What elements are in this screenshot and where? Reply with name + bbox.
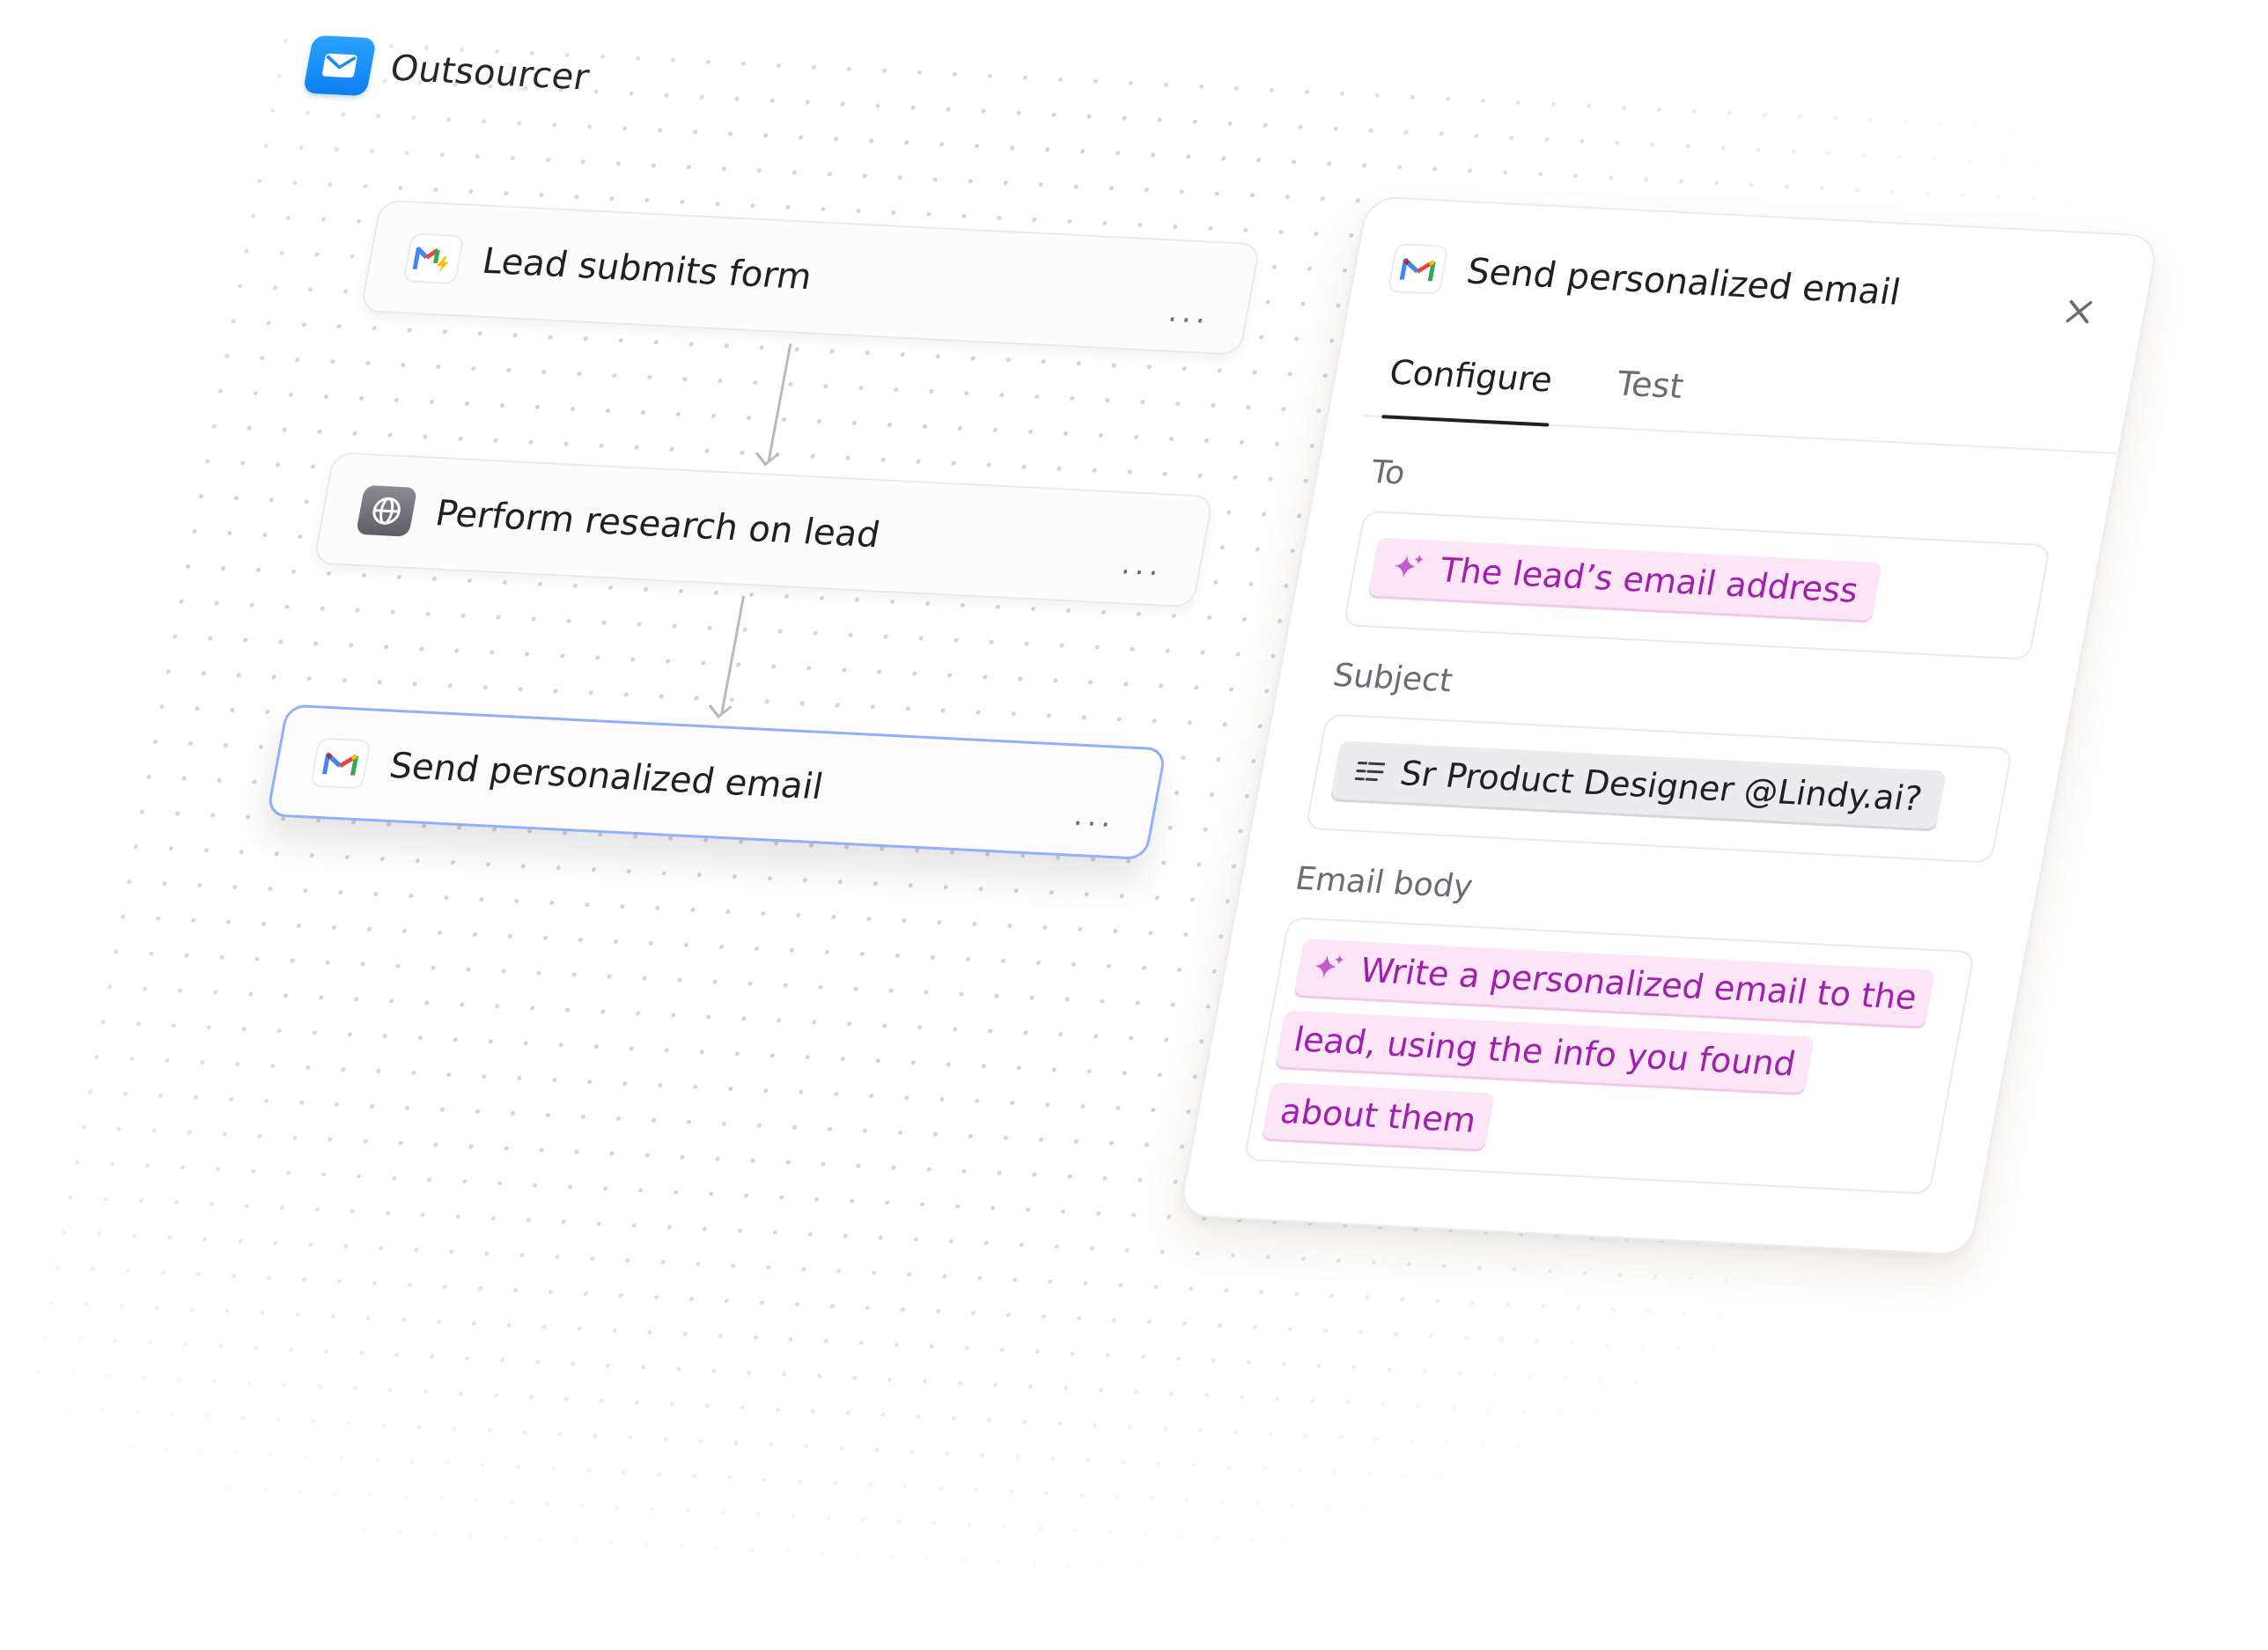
panel-header: Send personalized email xyxy=(1387,243,1904,318)
globe-icon xyxy=(355,484,418,537)
close-icon[interactable] xyxy=(2061,296,2096,328)
node-label: Send personalized email xyxy=(386,745,827,808)
tab-test[interactable]: Test xyxy=(1614,364,1687,406)
subject-label: Subject xyxy=(1329,657,1455,700)
workflow-editor: Outsourcer Lead submits form ... Perform… xyxy=(0,0,2268,1650)
email-body-text: Write a personalized email to the xyxy=(1357,950,1920,1018)
sparkle-icon xyxy=(1310,952,1348,985)
node-label: Lead submits form xyxy=(479,240,815,298)
more-options-icon[interactable]: ... xyxy=(1166,294,1214,331)
email-body-text: about them xyxy=(1277,1091,1480,1140)
email-body-line: about them xyxy=(1262,1082,1495,1150)
node-label: Perform research on lead xyxy=(431,493,884,556)
email-body-text: lead, using the info you found xyxy=(1291,1020,1800,1084)
mail-icon xyxy=(302,34,377,97)
gmail-icon xyxy=(309,737,372,790)
email-body-line: Write a personalized email to the xyxy=(1293,939,1936,1027)
active-tab-indicator xyxy=(1381,415,1550,427)
variable-lines-icon xyxy=(1352,757,1388,785)
email-body-field[interactable]: Write a personalized email to the lead, … xyxy=(1243,917,1976,1195)
to-label: To xyxy=(1367,453,1409,492)
app-title: Outsourcer xyxy=(387,48,593,99)
to-ai-chip[interactable]: The lead’s email address xyxy=(1367,537,1883,621)
email-body-line: lead, using the info you found xyxy=(1275,1010,1815,1094)
more-options-icon[interactable]: ... xyxy=(1119,546,1167,583)
panel-title: Send personalized email xyxy=(1463,251,1904,313)
more-options-icon[interactable]: ... xyxy=(1071,798,1120,835)
gmail-icon xyxy=(1387,243,1449,295)
subject-variable-chip[interactable]: Sr Product Designer @Lindy.ai? xyxy=(1329,740,1947,829)
panel-tabs: Configure Test xyxy=(1364,330,2134,454)
to-field[interactable]: The lead’s email address xyxy=(1343,510,2051,660)
to-chip-text: The lead’s email address xyxy=(1436,550,1862,610)
subject-field[interactable]: Sr Product Designer @Lindy.ai? xyxy=(1305,713,2014,864)
tab-configure[interactable]: Configure xyxy=(1387,353,1556,400)
sparkle-icon xyxy=(1390,552,1428,586)
email-body-label: Email body xyxy=(1292,860,1476,906)
gmail-trigger-icon xyxy=(402,232,465,285)
subject-chip-text: Sr Product Designer @Lindy.ai? xyxy=(1396,754,1926,819)
